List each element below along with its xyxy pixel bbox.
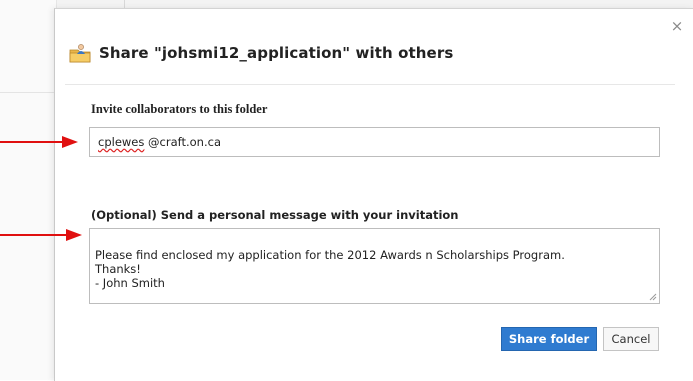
invite-value-rest: @craft.on.ca [144,135,221,149]
share-folder-button[interactable]: Share folder [501,327,597,351]
red-arrow-icon [0,136,78,148]
background-divider [124,0,125,8]
message-label: (Optional) Send a personal message with … [91,208,459,222]
invite-collaborators-input[interactable]: cplewes @craft.on.ca [89,127,660,157]
shared-folder-icon [69,44,91,63]
header-divider [65,84,675,85]
invite-value-misspelled: cplewes [98,135,145,149]
share-dialog: × Share "johsmi12_application" with othe… [54,8,693,381]
invite-label: Invite collaborators to this folder [91,102,268,116]
close-icon[interactable]: × [670,19,684,34]
cancel-button[interactable]: Cancel [603,327,659,351]
dialog-header: Share "johsmi12_application" with others [69,37,659,69]
personal-message-textarea[interactable]: Please find enclosed my application for … [89,228,660,304]
message-text: Please find enclosed my application for … [95,248,565,290]
background-sidebar-separator [0,92,56,93]
background-sidebar [0,0,57,380]
red-arrow-icon [0,229,82,241]
resize-grip-icon[interactable] [649,293,657,301]
dialog-title: Share "johsmi12_application" with others [99,44,454,62]
